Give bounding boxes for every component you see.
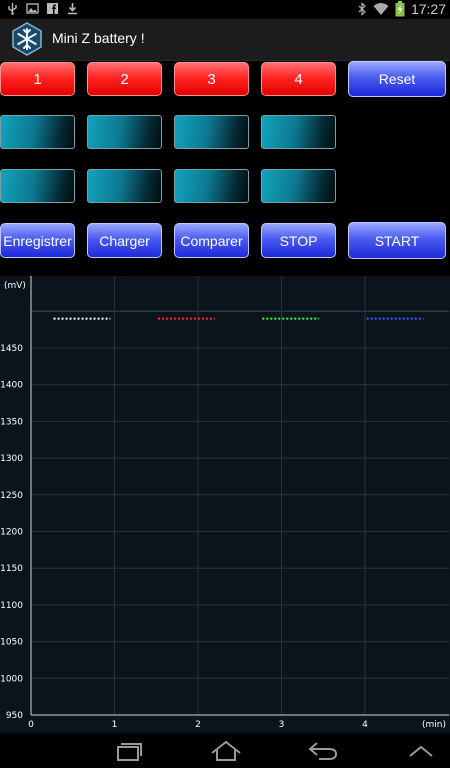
channel-2-cell-display-b [87,169,162,203]
channel-1-cell-display-a [0,115,75,149]
action-bar: Mini Z battery ! [0,19,450,61]
system-icons: 17:27 [358,1,446,17]
y-tick-label: 1400 [0,381,23,391]
x-axis-label: (min) [422,720,446,730]
y-tick-label: 1150 [0,564,23,574]
x-tick-label: 4 [362,720,368,730]
notification-icons [6,2,79,15]
y-tick-label: 1450 [0,344,23,354]
facebook-icon [47,3,58,14]
channel-3-cell-display-b [174,169,249,203]
channel-3-cell-display-a [174,115,249,149]
status-bar: 17:27 [0,0,450,19]
recent-apps-icon[interactable] [110,739,146,763]
clock: 17:27 [410,1,446,17]
y-tick-label: 1200 [0,528,23,538]
y-tick-label: 1250 [0,491,23,501]
download-icon [68,3,77,15]
x-tick-label: 1 [112,720,118,730]
navigation-bar [0,733,450,768]
channel-2-cell-display-a [87,115,162,149]
channel-4-cell-display-a [261,115,336,149]
reset-button[interactable]: Reset [348,61,446,97]
app-title: Mini Z battery ! [52,30,145,46]
x-tick-label: 3 [279,720,285,730]
stop-button[interactable]: STOP [261,223,336,258]
compare-button[interactable]: Comparer [174,223,249,258]
image-icon [26,3,39,14]
y-tick-label: 950 [6,711,23,721]
y-tick-label: 1000 [0,674,23,684]
channel-2-button[interactable]: 2 [87,62,162,96]
y-axis-label: (mV) [4,281,26,291]
channel-3-button[interactable]: 3 [174,62,249,96]
wifi-icon [373,3,389,15]
voltage-chart: 950 1000 1050 1100 1150 1200 1250 1300 1350 1400 1… [0,276,450,733]
channel-4-cell-display-b [261,169,336,203]
y-tick-label: 1350 [0,417,23,427]
usb-icon [8,3,17,15]
y-tick-label: 1300 [0,454,23,464]
battery-charging-icon [395,1,405,17]
channel-4-button[interactable]: 4 [261,62,336,96]
channel-1-button[interactable]: 1 [0,62,75,96]
menu-up-icon[interactable] [403,739,439,763]
back-icon[interactable] [305,739,341,763]
y-tick-label: 1100 [0,601,23,611]
home-icon[interactable] [208,739,244,763]
start-button[interactable]: START [348,222,446,259]
snowflake-icon[interactable] [10,22,44,56]
load-button[interactable]: Charger [87,223,162,258]
save-button[interactable]: Enregistrer [0,223,75,258]
y-tick-label: 1050 [0,638,23,648]
chart-plot: 950 1000 1050 1100 1150 1200 1250 1300 1350 1400 1… [0,276,449,730]
x-tick-label: 0 [28,720,34,730]
bluetooth-icon [358,2,366,16]
channel-1-cell-display-b [0,169,75,203]
x-tick-label: 2 [195,720,201,730]
